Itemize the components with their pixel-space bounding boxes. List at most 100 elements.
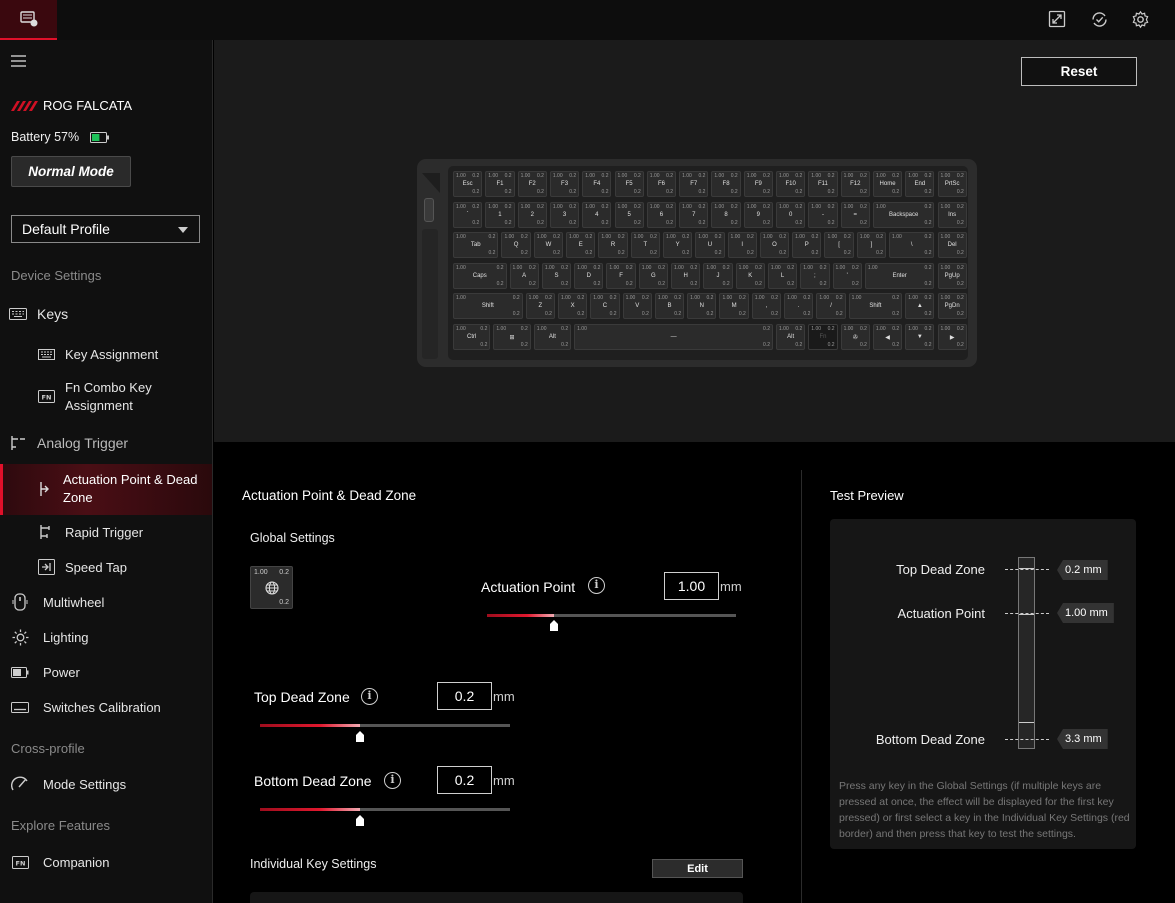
actuation-point-input[interactable]: 1.00 — [664, 572, 719, 600]
keyboard-key[interactable]: 1.00 0.2 F4 0.2 — [582, 171, 612, 197]
sidebar-item-switches-calibration[interactable]: Switches Calibration — [11, 698, 223, 716]
keyboard-key[interactable]: 1.00 0.2 F11 0.2 — [808, 171, 838, 197]
sidebar-item-actuation[interactable]: Actuation Point & Dead Zone — [0, 464, 212, 515]
actuation-slider-track[interactable] — [487, 614, 736, 617]
keyboard-key[interactable]: 1.00 0.2 F 0.2 — [606, 262, 636, 289]
global-key[interactable]: 1.00 0.2 0.2 — [250, 566, 293, 609]
resize-icon[interactable] — [1047, 9, 1067, 29]
keyboard-key[interactable]: 1.00 0.2 Y 0.2 — [662, 232, 693, 258]
keyboard-key[interactable]: 1.00 0.2[0.2 — [824, 232, 854, 258]
info-icon[interactable]: i — [384, 772, 401, 789]
keyboard-key[interactable]: 1.00 0.2 — 0.2 — [574, 323, 773, 350]
keyboard-key[interactable]: 1.00 0.2 9 0.2 — [743, 201, 773, 228]
keyboard-key[interactable]: 1.00 0.2 PgUp 0.2 — [937, 262, 967, 289]
sidebar-item-analog-trigger[interactable]: Analog Trigger — [9, 434, 221, 452]
keyboard-key[interactable]: 1.00 0.2 X 0.2 — [557, 293, 588, 319]
keyboard-key[interactable]: 1.00 0.2 Shift 0.2 — [848, 293, 903, 319]
keyboard-key[interactable]: 1.00 0.2 F3 0.2 — [549, 171, 580, 197]
keyboard-key[interactable]: 1.00 0.2 S 0.2 — [541, 262, 572, 289]
sidebar-item-mode-settings[interactable]: Mode Settings — [11, 775, 223, 793]
keyboard-key[interactable]: 1.00 0.2 Tab 0.2 — [453, 232, 499, 258]
keyboard-key[interactable]: 1.00 0.2 6 0.2 — [646, 201, 677, 228]
keyboard-key[interactable]: 1.00 0.2 5 0.2 — [614, 201, 644, 228]
keyboard-key[interactable]: 1.00 0.2. 0.2 — [784, 293, 814, 319]
keyboard-key[interactable]: 1.00 0.2 \ 0.2 — [889, 232, 935, 258]
keyboard-key[interactable]: 1.00 0.2 W 0.2 — [533, 232, 564, 258]
keyboard-key[interactable]: 1.00 0.2 ⊞ 0.2 — [493, 323, 531, 350]
keyboard-key[interactable]: 1.00 0.2 Del 0.2 — [937, 232, 967, 258]
keyboard-key[interactable]: 1.00 0.2 Ins 0.2 — [937, 201, 967, 228]
keyboard-key[interactable]: 1.00 0.2 F5 0.2 — [614, 171, 644, 197]
keyboard-key[interactable]: 1.00 0.2 Ctrl 0.2 — [453, 323, 491, 350]
keyboard-key[interactable]: 1.00 0.2 L 0.2 — [767, 262, 798, 289]
keyboard-key[interactable]: 1.00 0.2 F9 0.2 — [743, 171, 773, 197]
bottom-dead-zone-slider-track[interactable] — [260, 808, 510, 811]
keyboard-key[interactable]: 1.00 0.2 N 0.2 — [687, 293, 717, 319]
gear-icon[interactable] — [1130, 9, 1150, 29]
keyboard-key[interactable]: 1.00 0.2 T 0.2 — [630, 232, 660, 258]
keyboard-key[interactable]: 1.00 0.2 End 0.2 — [905, 171, 935, 197]
keyboard-key[interactable]: 1.00 0.2 Backspace 0.2 — [872, 201, 935, 228]
actuation-slider-thumb[interactable] — [550, 620, 559, 631]
keyboard-key[interactable]: 1.00 0.2 ✇ 0.2 — [840, 323, 870, 350]
keyboard-key[interactable]: 1.00 0.2] 0.2 — [856, 232, 887, 258]
keyboard-key[interactable]: 1.00 0.2 PrtSc 0.2 — [937, 171, 967, 197]
keyboard-key[interactable]: 1.00 0.2 C 0.2 — [590, 293, 620, 319]
keyboard-key[interactable]: 1.00 0.2 PgDn 0.2 — [937, 293, 967, 319]
keyboard-key[interactable]: 1.00 0.2 A 0.2 — [509, 262, 539, 289]
keyboard-key[interactable]: 1.00 0.2 F2 0.2 — [517, 171, 547, 197]
edit-button[interactable]: Edit — [652, 859, 743, 878]
keyboard-key[interactable]: 1.00 0.2 Fn 0.2 — [808, 323, 838, 350]
keyboard-key[interactable]: 1.00 0.2 O 0.2 — [759, 232, 790, 258]
keyboard-key[interactable]: 1.00 0.2 ▲ 0.2 — [905, 293, 935, 319]
keyboard-key[interactable]: 1.00 0.2 2 0.2 — [517, 201, 547, 228]
sync-check-icon[interactable] — [1089, 9, 1109, 29]
keyboard-key[interactable]: 1.00 0.2-0.2 — [808, 201, 838, 228]
sidebar-item-keys[interactable]: Keys — [9, 305, 221, 323]
hamburger-menu-icon[interactable] — [11, 55, 26, 70]
keyboard-key[interactable]: 1.00 0.2 F1 0.2 — [485, 171, 515, 197]
keyboard-key[interactable]: 1.00 0.2 7 0.2 — [679, 201, 709, 228]
reset-button[interactable]: Reset — [1021, 57, 1137, 86]
keyboard-key[interactable]: 1.00 0.2 B 0.2 — [654, 293, 685, 319]
sidebar-item-lighting[interactable]: Lighting — [11, 628, 223, 646]
keyboard-key[interactable]: 1.00 0.2 F12 0.2 — [840, 171, 870, 197]
keyboard-key[interactable]: 1.00 0.2 K 0.2 — [735, 262, 765, 289]
keyboard-key[interactable]: 1.00 0.2 ' 0.2 — [832, 262, 862, 289]
keyboard-key[interactable]: 1.00 0.2 Enter 0.2 — [864, 262, 935, 289]
info-icon[interactable]: i — [361, 688, 378, 705]
bottom-dead-zone-slider-thumb[interactable] — [356, 815, 364, 826]
info-icon[interactable]: i — [588, 577, 605, 594]
keyboard-key[interactable]: 1.00 0.2 ` 0.2 — [453, 201, 483, 228]
profile-dropdown[interactable]: Default Profile — [11, 215, 200, 243]
sidebar-item-power[interactable]: Power — [11, 663, 223, 681]
bottom-dead-zone-input[interactable]: 0.2 — [437, 766, 492, 794]
top-dead-zone-slider-thumb[interactable] — [356, 731, 364, 742]
keyboard-key[interactable]: 1.00 0.2 P 0.2 — [792, 232, 822, 258]
keyboard-key[interactable]: 1.00 0.2 Alt 0.2 — [533, 323, 572, 350]
keyboard-key[interactable]: 1.00 0.2 Esc 0.2 — [453, 171, 483, 197]
keyboard-key[interactable]: 1.00 0.2 8 0.2 — [711, 201, 741, 228]
normal-mode-button[interactable]: Normal Mode — [11, 156, 131, 187]
keyboard-key[interactable]: 1.00 0.2 J 0.2 — [703, 262, 733, 289]
keyboard-key[interactable]: 1.00 0.2 F7 0.2 — [679, 171, 709, 197]
sidebar-item-multiwheel[interactable]: Multiwheel — [11, 593, 223, 611]
keyboard-key[interactable]: 1.00 0.2 F10 0.2 — [776, 171, 806, 197]
keyboard-key[interactable]: 1.00 0.2/0.2 — [816, 293, 846, 319]
keyboard-key[interactable]: 1.00 0.2 3 0.2 — [549, 201, 580, 228]
sidebar-item-companion[interactable]: FN Companion — [11, 853, 223, 871]
keyboard-key[interactable]: 1.00 0.2 H 0.2 — [671, 262, 701, 289]
keyboard-key[interactable]: 1.00 0.2 = 0.2 — [840, 201, 870, 228]
device-tab[interactable] — [0, 0, 57, 40]
keyboard-key[interactable]: 1.00 0.2, 0.2 — [751, 293, 782, 319]
keyboard-key[interactable]: 1.00 0.2 1 0.2 — [485, 201, 515, 228]
keyboard-key[interactable]: 1.00 0.2 0 0.2 — [776, 201, 806, 228]
keyboard-key[interactable]: 1.00 0.2 ▶ 0.2 — [937, 323, 967, 350]
top-dead-zone-slider-track[interactable] — [260, 724, 510, 727]
top-dead-zone-input[interactable]: 0.2 — [437, 682, 492, 710]
keyboard-key[interactable]: 1.00 0.2 F6 0.2 — [646, 171, 677, 197]
keyboard-key[interactable]: 1.00 0.2 Q 0.2 — [501, 232, 531, 258]
keyboard-key[interactable]: 1.00 0.2 F8 0.2 — [711, 171, 741, 197]
keyboard-key[interactable]: 1.00 0.2 G 0.2 — [638, 262, 669, 289]
keyboard-key[interactable]: 1.00 0.2 U 0.2 — [695, 232, 725, 258]
